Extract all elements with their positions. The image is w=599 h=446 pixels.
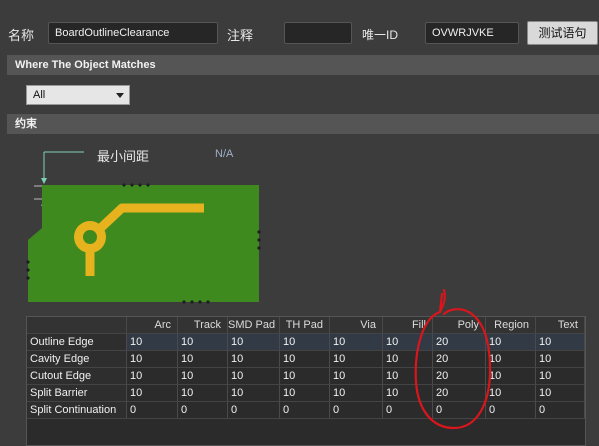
clearance-cell[interactable]: 10 bbox=[178, 368, 228, 385]
clearance-cell[interactable]: 10 bbox=[330, 351, 383, 368]
row-header: Cutout Edge bbox=[27, 368, 127, 385]
row-header: Split Barrier bbox=[27, 385, 127, 402]
unique-id-label: 唯一ID bbox=[362, 28, 399, 42]
clearance-cell[interactable]: 10 bbox=[228, 351, 280, 368]
via-hole bbox=[83, 230, 97, 244]
corner-cell bbox=[27, 317, 127, 334]
clearance-cell[interactable]: 10 bbox=[178, 334, 228, 351]
clearance-cell[interactable]: 10 bbox=[127, 334, 178, 351]
col-header-track: Track bbox=[178, 317, 228, 334]
name-field[interactable]: BoardOutlineClearance bbox=[48, 22, 218, 44]
clearance-cell[interactable]: 10 bbox=[330, 368, 383, 385]
where-section-header: Where The Object Matches bbox=[7, 55, 599, 75]
clearance-cell[interactable]: 10 bbox=[228, 368, 280, 385]
row-header: Split Continuation bbox=[27, 402, 127, 419]
chevron-down-icon bbox=[116, 93, 124, 98]
clearance-cell[interactable]: 10 bbox=[228, 334, 280, 351]
name-label: 名称 bbox=[8, 28, 35, 43]
clearance-cell[interactable]: 10 bbox=[178, 351, 228, 368]
dropdown-value: All bbox=[33, 89, 46, 101]
clearance-cell[interactable]: 10 bbox=[280, 368, 330, 385]
clearance-cell[interactable]: 10 bbox=[280, 351, 330, 368]
col-header-via: Via bbox=[330, 317, 383, 334]
clearance-cell[interactable]: 10 bbox=[536, 368, 585, 385]
comment-field[interactable] bbox=[284, 22, 352, 44]
clearance-diagram bbox=[26, 151, 261, 304]
clearance-cell[interactable]: 10 bbox=[178, 385, 228, 402]
pcb-board bbox=[28, 185, 259, 302]
clearance-cell[interactable]: 0 bbox=[536, 402, 585, 419]
clearance-cell[interactable]: 10 bbox=[127, 385, 178, 402]
clearance-cell[interactable]: 10 bbox=[280, 334, 330, 351]
clearance-cell[interactable]: 10 bbox=[536, 385, 585, 402]
clearance-cell[interactable]: 0 bbox=[280, 402, 330, 419]
where-section-title: Where The Object Matches bbox=[15, 59, 156, 71]
clearance-cell[interactable]: 0 bbox=[228, 402, 280, 419]
clearance-cell[interactable]: 10 bbox=[127, 351, 178, 368]
col-header-arc: Arc bbox=[127, 317, 178, 334]
clearance-cell[interactable]: 0 bbox=[178, 402, 228, 419]
col-header-text: Text bbox=[536, 317, 585, 334]
clearance-cell[interactable]: 0 bbox=[127, 402, 178, 419]
row-header: Outline Edge bbox=[27, 334, 127, 351]
clearance-cell[interactable]: 10 bbox=[228, 385, 280, 402]
clearance-cell[interactable]: 10 bbox=[536, 334, 585, 351]
col-header-smd-pad: SMD Pad bbox=[228, 317, 280, 334]
constraint-section-title: 约束 bbox=[15, 118, 37, 130]
row-header: Cavity Edge bbox=[27, 351, 127, 368]
clearance-cell[interactable]: 10 bbox=[127, 368, 178, 385]
clearance-cell[interactable]: 10 bbox=[536, 351, 585, 368]
unique-id-field[interactable]: OVWRJVKE bbox=[425, 22, 519, 44]
comment-label: 注释 bbox=[227, 28, 254, 43]
col-header-th-pad: TH Pad bbox=[280, 317, 330, 334]
object-match-dropdown[interactable]: All bbox=[26, 85, 130, 105]
red-annotation-circle bbox=[414, 288, 492, 430]
clearance-cell[interactable]: 10 bbox=[280, 385, 330, 402]
clearance-cell[interactable]: 10 bbox=[330, 334, 383, 351]
clearance-cell[interactable]: 0 bbox=[330, 402, 383, 419]
constraint-section-header: 约束 bbox=[7, 114, 599, 134]
arrow-down-icon bbox=[41, 178, 47, 184]
test-query-button[interactable]: 测试语句 bbox=[527, 21, 598, 45]
clearance-cell[interactable]: 10 bbox=[330, 385, 383, 402]
